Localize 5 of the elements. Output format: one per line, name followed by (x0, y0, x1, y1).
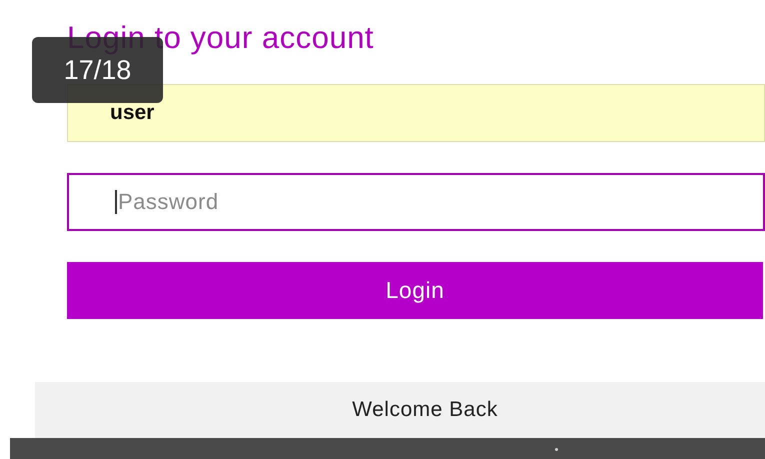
username-field[interactable]: user (67, 84, 765, 142)
password-field[interactable]: Password (67, 173, 765, 231)
login-button[interactable]: Login (67, 262, 763, 319)
welcome-text: Welcome Back (352, 398, 498, 422)
dot-icon (555, 448, 558, 451)
